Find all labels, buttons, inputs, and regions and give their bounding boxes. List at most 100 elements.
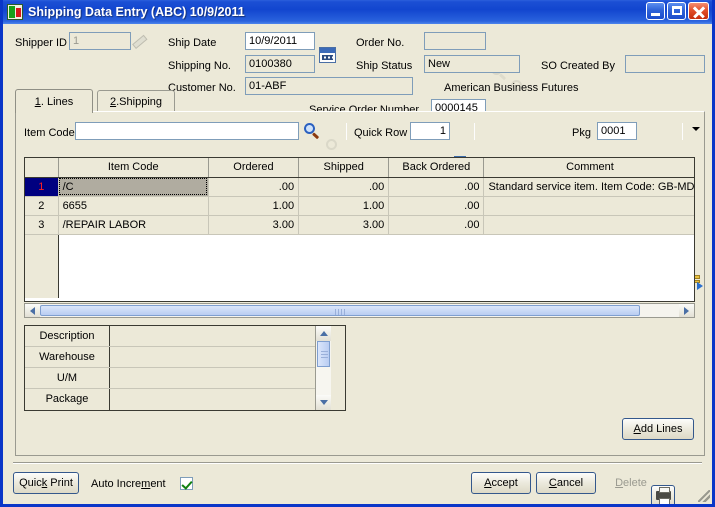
print-button[interactable]: [651, 485, 675, 504]
column-header-shipped[interactable]: Shipped: [298, 158, 390, 178]
table-row[interactable]: 3 /REPAIR LABOR 3.00 3.00 .00: [25, 215, 694, 235]
order-no-label: Order No.: [356, 37, 405, 49]
detail-rows: Description Warehouse U/M Package: [25, 326, 315, 410]
cell-item-code[interactable]: /C: [58, 177, 209, 197]
quick-row-label: Quick Row: [354, 127, 408, 139]
maximize-button[interactable]: [667, 2, 686, 20]
detail-value-um[interactable]: [110, 368, 315, 388]
delete-label: elete: [623, 477, 647, 489]
quick-row-input[interactable]: 1: [410, 122, 450, 140]
cell-shipped[interactable]: 3.00: [298, 215, 390, 235]
detail-row-description: Description: [25, 326, 315, 347]
chevron-right-icon[interactable]: [679, 304, 694, 317]
column-header-comment[interactable]: Comment: [483, 158, 694, 178]
cell-shipped[interactable]: .00: [298, 177, 390, 197]
chevron-down-icon[interactable]: [692, 127, 700, 131]
detail-row-warehouse: Warehouse: [25, 347, 315, 368]
chevron-down-icon[interactable]: [316, 395, 331, 410]
cell-ordered[interactable]: 3.00: [208, 215, 300, 235]
table-row[interactable]: 2 6655 1.00 1.00 .00: [25, 196, 694, 216]
vscroll-track[interactable]: [316, 367, 331, 395]
line-detail-panel: Description Warehouse U/M Package: [24, 325, 346, 411]
row-number: 3: [25, 215, 59, 235]
quick-print-label-post: Print: [47, 477, 73, 489]
detail-label-um: U/M: [25, 368, 110, 388]
detail-row-package: Package: [25, 389, 315, 410]
cell-comment[interactable]: Standard service item. Item Code: GB-MD7…: [483, 177, 694, 197]
printer-icon: [656, 487, 671, 504]
detail-value-package[interactable]: [110, 389, 315, 410]
pkg-input[interactable]: 0001: [597, 122, 637, 140]
hscroll-thumb[interactable]: [40, 305, 640, 316]
ship-status-field[interactable]: New: [424, 55, 520, 73]
shipping-no-label: Shipping No.: [168, 60, 231, 72]
quick-print-button[interactable]: Quick Print: [13, 472, 79, 494]
vscroll-thumb[interactable]: [317, 341, 330, 367]
detail-vertical-scrollbar[interactable]: [315, 326, 331, 410]
magnifier-icon[interactable]: [304, 123, 320, 140]
tab-shipping-label: .Shipping: [116, 95, 162, 108]
accept-button[interactable]: Accept: [471, 472, 531, 494]
add-lines-accel: A: [633, 423, 641, 435]
cell-ordered[interactable]: 1.00: [208, 196, 300, 216]
grid-header-row: Item Code Ordered Shipped Back Ordered C…: [25, 158, 694, 178]
item-code-input[interactable]: [75, 122, 299, 140]
accept-label: ccept: [491, 477, 518, 489]
cell-item-code[interactable]: 6655: [58, 196, 209, 216]
footer-divider: [13, 462, 702, 464]
cancel-button[interactable]: Cancel: [536, 472, 596, 494]
column-header-ordered[interactable]: Ordered: [208, 158, 300, 178]
shipper-id-field[interactable]: 1: [69, 32, 131, 50]
grid-horizontal-scrollbar[interactable]: [24, 303, 695, 318]
app-icon: [7, 4, 23, 20]
order-no-field[interactable]: [424, 32, 486, 50]
add-lines-button[interactable]: Add Lines: [622, 418, 694, 440]
cell-ordered[interactable]: .00: [208, 177, 300, 197]
auto-increment-label-post: ent: [150, 478, 166, 490]
column-header-item-code[interactable]: Item Code: [58, 158, 209, 178]
close-button[interactable]: [688, 2, 709, 20]
cell-back-ordered[interactable]: .00: [388, 215, 485, 235]
minimize-button[interactable]: [646, 2, 665, 20]
table-row-empty: [25, 253, 694, 298]
accept-accel: A: [484, 477, 492, 489]
cell-comment[interactable]: [483, 196, 694, 216]
so-created-by-field[interactable]: [625, 55, 705, 73]
pencil-icon[interactable]: [135, 33, 151, 48]
detail-value-description[interactable]: [110, 326, 315, 346]
cell-back-ordered[interactable]: .00: [388, 177, 485, 197]
window-title: Shipping Data Entry (ABC) 10/9/2011: [28, 5, 245, 19]
row-number: 2: [25, 196, 59, 216]
tab-lines[interactable]: 1. Lines: [15, 89, 93, 113]
shipper-id-label: Shipper ID: [15, 37, 67, 49]
cell-item-code[interactable]: /REPAIR LABOR: [58, 215, 209, 235]
detail-label-warehouse: Warehouse: [25, 347, 110, 367]
title-bar[interactable]: Shipping Data Entry (ABC) 10/9/2011: [3, 0, 712, 24]
item-code-label: Item Code: [24, 127, 75, 139]
calendar-icon[interactable]: [319, 47, 336, 63]
ship-date-label: Ship Date: [168, 37, 217, 49]
ship-status-label: Ship Status: [356, 60, 413, 72]
detail-row-um: U/M: [25, 368, 315, 389]
shipping-no-field[interactable]: 0100380: [245, 55, 315, 73]
tab-shipping[interactable]: 2.Shipping: [97, 90, 175, 112]
table-row-empty: [25, 234, 694, 253]
tab-lines-label: . Lines: [40, 95, 74, 108]
resize-grip[interactable]: [698, 490, 710, 502]
table-row[interactable]: 1 /C .00 .00 .00 Standard service item. …: [25, 177, 694, 197]
hscroll-track[interactable]: [640, 304, 679, 317]
lines-panel: Item Code Quick Row 1 Pkg 0001 Item Code…: [15, 111, 705, 456]
detail-value-warehouse[interactable]: [110, 347, 315, 367]
chevron-left-icon[interactable]: [25, 304, 40, 317]
cell-shipped[interactable]: 1.00: [298, 196, 390, 216]
lines-grid[interactable]: Item Code Ordered Shipped Back Ordered C…: [24, 157, 695, 302]
ship-date-field[interactable]: 10/9/2011: [245, 32, 315, 50]
auto-increment-checkbox[interactable]: [180, 477, 193, 490]
cell-back-ordered[interactable]: .00: [388, 196, 485, 216]
maximize-icon: [672, 6, 682, 15]
auto-increment-label: Auto Increment: [91, 478, 166, 490]
cell-comment[interactable]: [483, 215, 694, 235]
column-header-back-ordered[interactable]: Back Ordered: [388, 158, 485, 178]
chevron-up-icon[interactable]: [316, 326, 331, 341]
row-number: 1: [25, 177, 59, 197]
